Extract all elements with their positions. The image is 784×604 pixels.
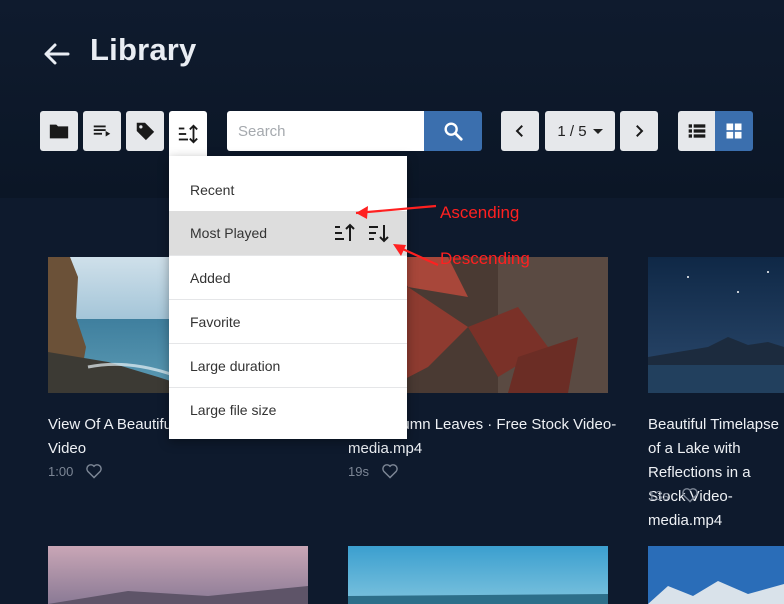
sort-button[interactable] (169, 111, 207, 156)
video-thumbnail[interactable] (348, 546, 608, 604)
view-toggle (678, 111, 753, 151)
video-duration: 13s (648, 487, 669, 503)
annotation-ascending: Ascending (440, 203, 520, 222)
folder-button[interactable] (40, 111, 78, 151)
video-meta: 19s (348, 463, 399, 479)
folder-icon (49, 124, 69, 139)
tag-icon (136, 122, 155, 141)
heart-icon[interactable] (85, 463, 103, 479)
sort-option-favorite[interactable]: Favorite (169, 299, 407, 343)
video-thumbnail[interactable] (648, 257, 784, 393)
search-icon (444, 122, 463, 141)
annotation-descending: Descending (440, 249, 530, 268)
chevron-left-icon (515, 125, 523, 137)
ocean-thumbnail-image (348, 546, 608, 604)
sunset-thumbnail-image (48, 546, 308, 604)
sort-option-large-duration[interactable]: Large duration (169, 343, 407, 387)
playlist-button[interactable] (83, 111, 121, 151)
caret-down-icon (592, 128, 603, 134)
back-button[interactable] (40, 38, 72, 70)
video-duration: 1:00 (48, 463, 74, 479)
chevron-right-icon (636, 125, 644, 137)
search-button[interactable] (424, 111, 482, 151)
sort-option-added[interactable]: Added (169, 255, 407, 299)
video-meta: 13s (648, 487, 699, 503)
page-title: Library (90, 32, 197, 67)
sort-icon (178, 123, 198, 144)
grid-view-button[interactable] (715, 111, 753, 151)
heart-icon[interactable] (681, 487, 699, 503)
video-meta: 1:00 (48, 463, 103, 479)
grid-view-icon (726, 123, 742, 139)
sort-descending-button[interactable] (367, 222, 393, 244)
video-title[interactable]: Beautiful Timelapse of a Lake with Refle… (648, 413, 784, 533)
arrow-left-icon (44, 43, 70, 65)
video-thumbnail[interactable] (48, 546, 308, 604)
search-input[interactable] (227, 111, 425, 151)
video-thumbnail[interactable] (648, 546, 784, 604)
page-select[interactable]: 1 / 5 (545, 111, 615, 151)
sort-descending-icon (369, 225, 389, 243)
sort-option-large-file-size[interactable]: Large file size (169, 387, 407, 431)
page-indicator: 1 / 5 (557, 122, 587, 140)
list-view-button[interactable] (678, 111, 715, 151)
video-duration: 19s (348, 463, 369, 479)
list-view-icon (688, 124, 705, 138)
sort-dropdown-menu: Recent Most Played Added Favorite Large … (169, 156, 407, 439)
playlist-icon (93, 125, 111, 137)
lake-thumbnail-image (648, 257, 784, 393)
sort-ascending-icon (335, 223, 355, 241)
prev-page-button[interactable] (501, 111, 539, 151)
tag-button[interactable] (126, 111, 164, 151)
next-page-button[interactable] (620, 111, 658, 151)
sort-option-recent[interactable]: Recent (169, 168, 407, 212)
heart-icon[interactable] (381, 463, 399, 479)
sort-ascending-button[interactable] (333, 222, 359, 244)
mountain-thumbnail-image (648, 546, 784, 604)
